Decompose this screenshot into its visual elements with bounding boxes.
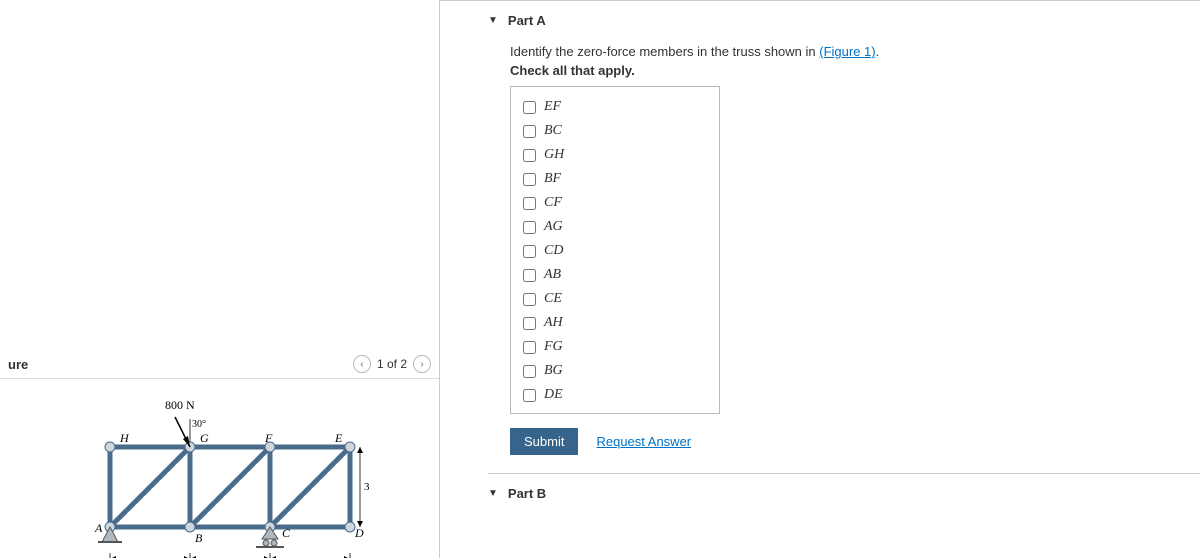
figure-pager-text: 1 of 2: [377, 357, 407, 371]
option-checkbox[interactable]: [523, 293, 536, 306]
option-checkbox[interactable]: [523, 149, 536, 162]
option-checkbox[interactable]: [523, 221, 536, 234]
option-label: DE: [544, 387, 563, 403]
part-b-header[interactable]: ▼ Part B: [488, 474, 1200, 511]
option-checkbox[interactable]: [523, 173, 536, 186]
option-checkbox[interactable]: [523, 269, 536, 282]
node-g: G: [200, 431, 209, 445]
option-checkbox[interactable]: [523, 317, 536, 330]
option-checkbox[interactable]: [523, 245, 536, 258]
node-e: E: [334, 431, 343, 445]
check-all-label: Check all that apply.: [510, 63, 1200, 78]
options-box: EF BC GH BF CF AG CD AB CE AH FG BG DE: [510, 86, 720, 414]
dim-v: 3 m: [364, 481, 370, 493]
option-row[interactable]: DE: [523, 383, 707, 407]
option-label: CD: [544, 243, 563, 259]
option-row[interactable]: BC: [523, 119, 707, 143]
option-row[interactable]: AB: [523, 263, 707, 287]
option-checkbox[interactable]: [523, 365, 536, 378]
option-row[interactable]: EF: [523, 95, 707, 119]
figure-scroll[interactable]: 800 N 30° H G F E A B C D 3 m: [0, 378, 439, 558]
option-label: AH: [544, 315, 563, 331]
request-answer-link[interactable]: Request Answer: [596, 434, 691, 449]
option-label: GH: [544, 147, 564, 163]
caret-down-icon: ▼: [488, 488, 498, 499]
caret-down-icon: ▼: [488, 15, 498, 26]
part-b-title: Part B: [508, 486, 546, 501]
node-h: H: [119, 431, 130, 445]
option-row[interactable]: CF: [523, 191, 707, 215]
figure-pager: ‹ 1 of 2 ›: [353, 355, 431, 373]
figure-header: ure ‹ 1 of 2 ›: [0, 352, 439, 376]
angle-label: 30°: [192, 419, 206, 430]
figure-panel: ure ‹ 1 of 2 ›: [0, 0, 440, 558]
option-label: BF: [544, 171, 561, 187]
node-b: B: [195, 531, 203, 545]
node-a: A: [94, 521, 103, 535]
truss-diagram: 800 N 30° H G F E A B C D 3 m: [70, 387, 370, 558]
figure-next-button[interactable]: ›: [413, 355, 431, 373]
part-a-instruction: Identify the zero-force members in the t…: [510, 44, 1200, 59]
action-row: Submit Request Answer: [510, 428, 1200, 455]
part-b-section: ▼ Part B: [488, 473, 1200, 511]
option-label: BG: [544, 363, 563, 379]
option-label: CE: [544, 291, 562, 307]
part-a-title: Part A: [508, 13, 546, 28]
option-row[interactable]: CD: [523, 239, 707, 263]
option-checkbox[interactable]: [523, 101, 536, 114]
figure-prev-button[interactable]: ‹: [353, 355, 371, 373]
option-row[interactable]: AH: [523, 311, 707, 335]
option-row[interactable]: BF: [523, 167, 707, 191]
option-checkbox[interactable]: [523, 389, 536, 402]
instr-prefix: Identify the zero-force members in the t…: [510, 44, 819, 59]
option-row[interactable]: CE: [523, 287, 707, 311]
option-checkbox[interactable]: [523, 197, 536, 210]
figure-title: ure: [8, 357, 28, 372]
option-label: AG: [544, 219, 563, 235]
option-row[interactable]: BG: [523, 359, 707, 383]
node-c: C: [282, 526, 291, 540]
option-label: FG: [544, 339, 563, 355]
option-checkbox[interactable]: [523, 341, 536, 354]
option-row[interactable]: FG: [523, 335, 707, 359]
instr-suffix: .: [876, 44, 880, 59]
option-label: BC: [544, 123, 562, 139]
node-f: F: [264, 431, 273, 445]
figure-link[interactable]: (Figure 1): [819, 44, 875, 59]
force-label: 800 N: [165, 398, 195, 412]
part-a-header[interactable]: ▼ Part A: [488, 1, 1200, 38]
option-label: EF: [544, 99, 561, 115]
node-d: D: [354, 526, 364, 540]
option-checkbox[interactable]: [523, 125, 536, 138]
option-label: CF: [544, 195, 562, 211]
option-row[interactable]: GH: [523, 143, 707, 167]
question-panel: ▼ Part A Identify the zero-force members…: [440, 0, 1200, 558]
option-label: AB: [544, 267, 561, 283]
option-row[interactable]: AG: [523, 215, 707, 239]
submit-button[interactable]: Submit: [510, 428, 578, 455]
